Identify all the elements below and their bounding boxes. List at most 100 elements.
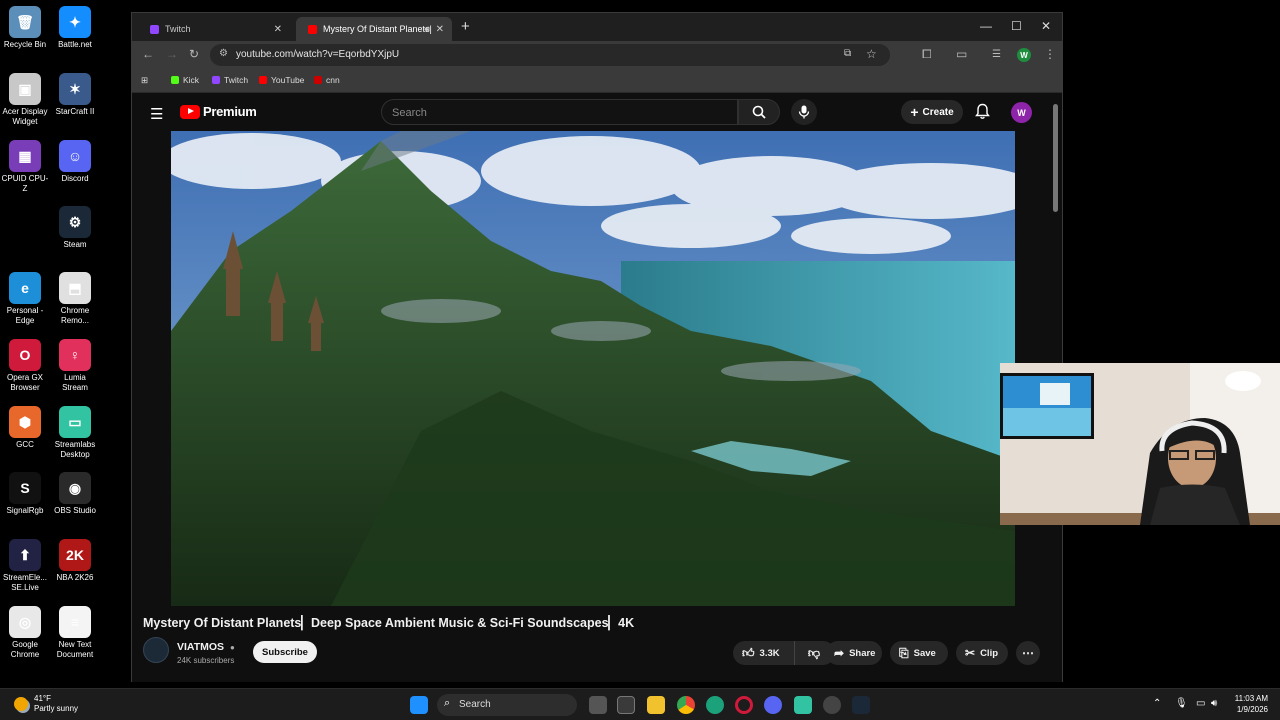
file-explorer-icon[interactable] [647,696,665,714]
notifications-button[interactable] [975,103,990,125]
taskbar-search[interactable]: ⌕ Search [437,694,577,716]
network-icon[interactable]: ▭ [1196,698,1205,709]
channel-avatar[interactable] [143,637,169,663]
maximize-icon[interactable]: ☐ [1011,19,1022,33]
like-count: 3.3K [759,647,780,659]
tab-youtube[interactable]: Mystery Of Distant Planets| 🔊︎ ✕ [296,17,452,41]
youtube-premium-logo[interactable]: Premium [180,104,257,119]
steam-taskbar-icon[interactable] [852,696,870,714]
desktop-icon-label: Battle.net [58,40,92,49]
microphone-icon [798,105,810,119]
logo-text: Premium [203,104,257,119]
clip-button[interactable]: ✂ Clip [956,641,1008,665]
app-icon: ◎ [9,606,41,638]
split-view-icon[interactable]: ▭ [956,47,967,61]
desktop-icon[interactable]: ▦ CPUID CPU-Z [0,140,50,194]
desktop-icon[interactable]: ◉ OBS Studio [50,472,100,516]
twitch-icon [212,76,220,84]
discord-taskbar-icon[interactable] [764,696,782,714]
widgets-icon[interactable] [617,696,635,714]
desktop-icon[interactable]: ⬒ Chrome Remo... [50,272,100,326]
save-label: Save [913,647,936,659]
apps-grid-icon[interactable]: ⊞ [141,75,148,86]
desktop-icon[interactable]: e Personal - Edge [0,272,50,326]
bookmark-youtube[interactable]: YouTube [259,75,304,85]
bookmark-cnn[interactable]: cnn [314,75,340,85]
chrome-taskbar-icon[interactable] [677,696,695,714]
clock[interactable]: 11:03 AM 1/9/2026 [1226,693,1268,715]
close-window-icon[interactable]: ✕ [1041,19,1051,33]
page-scrollbar[interactable] [1053,104,1058,212]
weather-widget[interactable]: 41°F Partly sunny [14,694,78,714]
desktop-icon[interactable]: O Opera GX Browser [0,339,50,393]
address-bar[interactable]: ⚙ youtube.com/watch?v=EqorbdYXjpU ⧉ ☆ [210,44,890,66]
back-icon[interactable]: ← [142,47,154,61]
desktop-icon[interactable]: ♀ Lumia Stream [50,339,100,393]
desktop-icon[interactable]: ◎ Google Chrome [0,606,50,660]
desktop-icon-label: Acer Display Widget [2,107,48,126]
windows-start-icon[interactable] [410,696,428,714]
search-icon [752,105,766,119]
desktop-icon[interactable]: 🗑 Recycle Bin [0,6,50,50]
channel-name[interactable]: VIATMOS ● [177,641,235,653]
webcam-overlay [1000,363,1280,525]
app-icon: ✶ [59,73,91,105]
opera-gx-taskbar-icon[interactable] [735,696,753,714]
desktop-icon[interactable]: ⬢ GCC [0,406,50,450]
share-icon: ➦ [834,646,845,660]
subscriber-count: 24K subscribers [177,656,235,665]
tab-twitch[interactable]: Twitch ✕ [138,17,290,41]
subscribe-button[interactable]: Subscribe [253,641,317,663]
like-button[interactable]: 👍︎ 3.3K [733,641,795,665]
account-avatar[interactable]: W [1011,102,1032,123]
share-button[interactable]: ➦ Share [826,641,882,665]
desktop-icon[interactable]: ✦ Battle.net [50,6,100,50]
desktop-icon[interactable]: ⚙ Steam [50,206,100,250]
volume-icon[interactable]: 🔊︎ [1211,698,1217,709]
minimize-icon[interactable]: — [980,19,992,33]
desktop-icon[interactable]: ⬆ StreamEle... SE.Live [0,539,50,593]
desktop-icon[interactable]: 2K NBA 2K26 [50,539,100,583]
edge-taskbar-icon[interactable] [706,696,724,714]
youtube-favicon-icon [308,24,317,34]
more-menu-icon[interactable]: ⋮ [1044,47,1056,61]
close-tab-icon[interactable]: ✕ [274,24,282,35]
save-button[interactable]: ⎘ Save [890,641,948,665]
tray-chevron-icon[interactable]: ⌃ [1153,698,1161,709]
bookmarks-bar: ⊞ Kick Twitch YouTube cnn [132,69,1062,93]
bookmark-twitch[interactable]: Twitch [212,75,248,85]
cast-icon[interactable]: ⧉ [844,48,851,59]
microphone-tray-icon[interactable]: 🎙︎ [1175,698,1188,709]
search-button[interactable] [738,99,780,125]
streamlabs-taskbar-icon[interactable] [794,696,812,714]
forward-icon[interactable]: → [166,47,178,61]
obs-taskbar-icon[interactable] [823,696,841,714]
desktop-icon[interactable]: ✶ StarCraft II [50,73,100,117]
desktop-icon[interactable]: S SignalRgb [0,472,50,516]
media-controls-icon[interactable]: ☰ [992,49,1001,60]
bookmark-kick[interactable]: Kick [171,75,199,85]
bookmark-star-icon[interactable]: ☆ [866,47,877,61]
extensions-icon[interactable]: ⧠ [922,47,932,62]
task-view-icon[interactable] [589,696,607,714]
more-actions-button[interactable]: ⋯ [1016,641,1040,665]
profile-avatar[interactable]: W [1017,48,1031,62]
desktop-icon-label: Personal - Edge [6,306,44,325]
taskbar-search-label: Search [459,699,491,710]
app-icon: ⬢ [9,406,41,438]
reload-icon[interactable]: ↻ [189,47,199,61]
search-input[interactable]: Search [381,99,738,125]
desktop-icon[interactable]: ▣ Acer Display Widget [0,73,50,127]
hamburger-menu-icon[interactable]: ☰ [150,105,163,123]
create-button[interactable]: + Create [901,100,963,124]
new-tab-button[interactable]: + [461,18,470,35]
video-player[interactable] [171,131,1015,606]
desktop-icon[interactable]: ▭ Streamlabs Desktop [50,406,100,460]
app-icon: ♀ [59,339,91,371]
desktop-icon[interactable]: ☺ Discord [50,140,100,184]
desktop-icon[interactable]: ≡ New Text Document [50,606,100,660]
close-tab-icon[interactable]: ✕ [436,24,444,35]
site-info-icon[interactable]: ⚙ [219,48,228,59]
voice-search-button[interactable] [791,99,817,125]
speaker-icon[interactable]: 🔊︎ [424,24,430,35]
